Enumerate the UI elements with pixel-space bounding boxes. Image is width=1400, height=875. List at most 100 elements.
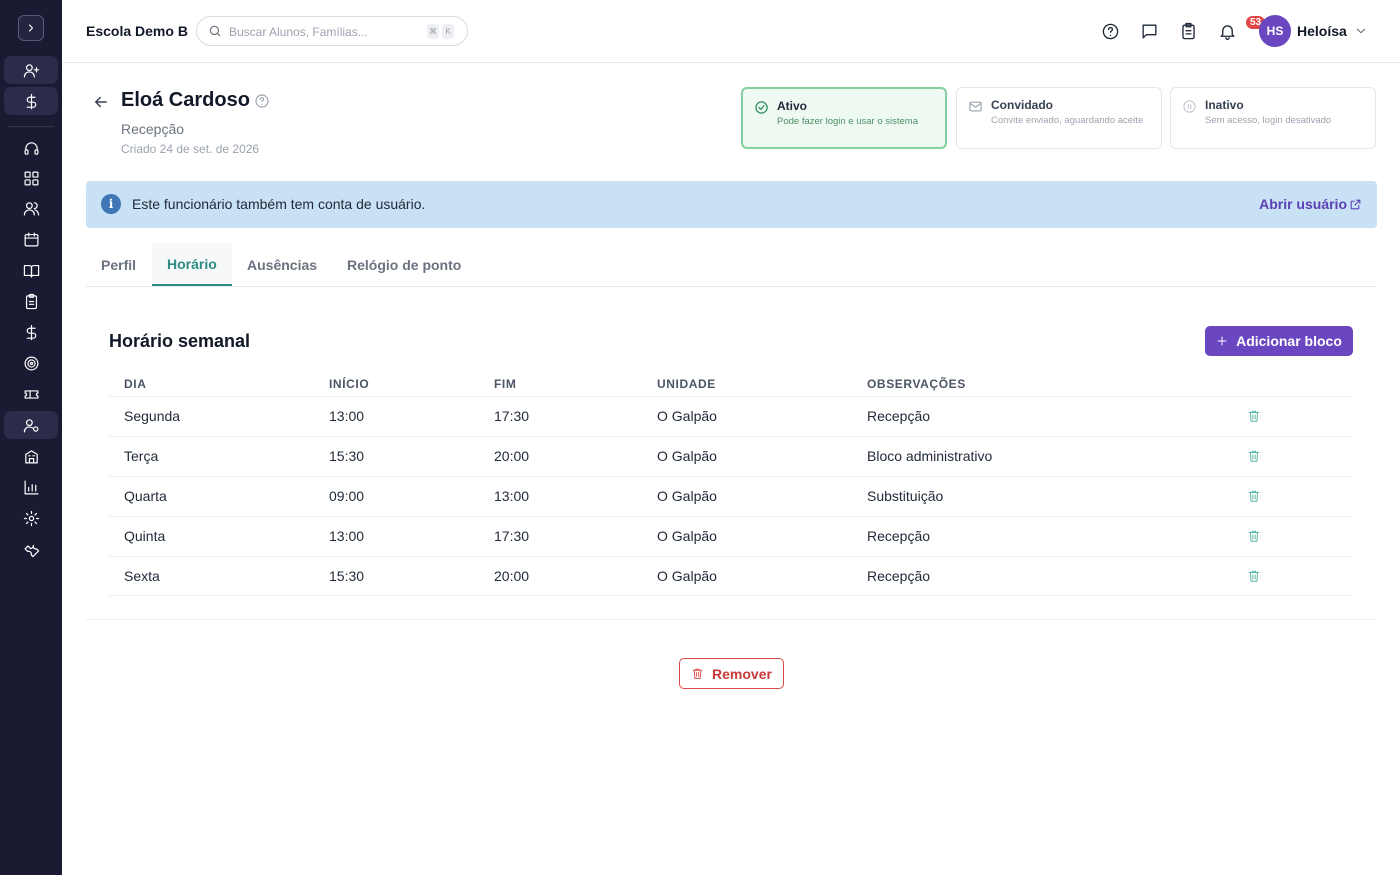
cell-day: Segunda [124,408,181,424]
status-description: Pode fazer login e usar o sistema [777,116,918,127]
cell-unit: O Galpão [657,448,717,464]
book-icon [23,264,39,277]
column-header-inicio: INÍCIO [329,377,370,391]
status-card-invited[interactable]: Convidado Convite enviado, aguardando ac… [956,87,1162,149]
sidebar-item-people[interactable] [4,194,58,222]
cell-unit: O Galpão [657,528,717,544]
banner-text: Este funcionário também tem conta de usu… [132,196,426,212]
cell-day: Quarta [124,488,167,504]
tab-perfil[interactable]: Perfil [86,243,151,286]
users-icon [23,201,39,215]
tasks-button[interactable] [1177,20,1199,42]
back-arrow-icon[interactable] [92,93,110,111]
sidebar-item-staff[interactable] [4,411,58,439]
remove-employee-button[interactable]: Remover [679,658,784,689]
global-search[interactable]: ⌘ K [196,16,468,46]
employee-name: Eloá Cardoso [121,89,250,111]
mail-icon [969,101,982,112]
help-button[interactable] [1099,20,1121,42]
sidebar-item-calendar[interactable] [4,225,58,253]
tab-relogio-ponto[interactable]: Relógio de ponto [332,243,476,286]
ticket-icon [24,389,38,399]
info-icon: i [101,194,121,214]
tab-horario[interactable]: Horário [152,243,232,286]
cell-notes: Recepção [867,408,931,424]
delete-row-button[interactable] [1247,449,1261,463]
cell-start: 13:00 [329,528,365,544]
delete-row-button[interactable] [1247,409,1261,423]
employee-role: Recepção [121,121,185,137]
sidebar [0,0,62,875]
sidebar-item-attendance[interactable] [4,287,58,315]
message-icon [1141,23,1157,39]
tab-ausencias[interactable]: Ausências [232,243,332,286]
sidebar-expand-button[interactable] [18,15,44,41]
external-link-icon[interactable] [1349,198,1362,211]
trash-icon [1248,490,1260,502]
remove-label: Remover [712,665,772,682]
shortcut-key-k: K [442,24,454,39]
wrench-icon [24,544,39,557]
sidebar-item-finance[interactable] [4,318,58,346]
bell-icon [1219,24,1235,40]
sidebar-item-units[interactable] [4,442,58,470]
delete-row-button[interactable] [1247,489,1261,503]
search-icon [209,25,221,37]
delete-row-button[interactable] [1247,529,1261,543]
dollar-icon [26,93,36,109]
schedule-title: Horário semanal [109,331,251,351]
dashboard-icon [24,171,38,185]
user-avatar[interactable]: HS [1259,15,1291,47]
add-block-button[interactable]: Adicionar bloco [1205,326,1353,356]
sidebar-item-add-student[interactable] [4,56,58,84]
user-account-banner: i Este funcionário também tem conta de u… [86,181,1377,228]
chevron-down-icon[interactable] [1354,24,1368,38]
employee-tabs: Perfil Horário Ausências Relógio de pont… [86,243,1377,287]
help-circle-icon[interactable] [254,93,270,109]
trash-icon [692,668,703,679]
shortcut-key-cmd: ⌘ [427,24,439,39]
sidebar-item-support[interactable] [4,134,58,162]
chart-icon [24,480,38,494]
status-title: Convidado [991,98,1053,112]
status-title: Ativo [777,99,807,113]
status-description: Convite enviado, aguardando aceite [991,115,1144,126]
cell-notes: Bloco administrativo [867,448,993,464]
sidebar-item-tools[interactable] [4,535,58,563]
employee-created-date: Criado 24 de set. de 2026 [121,142,260,156]
sidebar-divider [8,126,54,127]
cell-notes: Substituição [867,488,944,504]
check-circle-icon [755,101,768,114]
cell-end: 17:30 [494,528,530,544]
notifications-button[interactable] [1216,20,1238,42]
sidebar-item-dashboard[interactable] [4,164,58,192]
table-row: Sexta 15:30 20:00 O Galpão Recepção [108,556,1353,596]
messages-button[interactable] [1138,20,1160,42]
search-input[interactable] [229,23,419,40]
cell-unit: O Galpão [657,408,717,424]
status-card-inactive[interactable]: Inativo Sem acesso, login desativado [1170,87,1376,149]
help-circle-icon [1102,23,1118,39]
clipboard-list-icon [1181,22,1195,39]
top-header: Escola Demo B ⌘ K 53 HS Heloísa [62,0,1400,63]
sidebar-item-reports[interactable] [4,473,58,501]
user-name[interactable]: Heloísa [1297,23,1347,39]
trash-icon [1248,530,1260,542]
sidebar-item-goals[interactable] [4,349,58,377]
sidebar-item-tickets[interactable] [4,380,58,408]
column-header-unidade: UNIDADE [657,377,716,391]
clipboard-icon [25,293,37,309]
open-user-link[interactable]: Abrir usuário [1259,196,1347,212]
table-row: Quinta 13:00 17:30 O Galpão Recepção [108,516,1353,556]
plus-icon [1217,336,1227,346]
sidebar-item-settings[interactable] [4,504,58,532]
school-name: Escola Demo B [86,23,188,39]
sidebar-item-finance-quick[interactable] [4,87,58,115]
sidebar-item-courses[interactable] [4,256,58,284]
status-card-active[interactable]: Ativo Pode fazer login e usar o sistema [741,87,947,149]
section-divider [86,619,1377,620]
table-row: Segunda 13:00 17:30 O Galpão Recepção [108,396,1353,436]
column-header-observacoes: OBSERVAÇÕES [867,377,966,391]
delete-row-button[interactable] [1247,569,1261,583]
cell-day: Sexta [124,568,160,584]
